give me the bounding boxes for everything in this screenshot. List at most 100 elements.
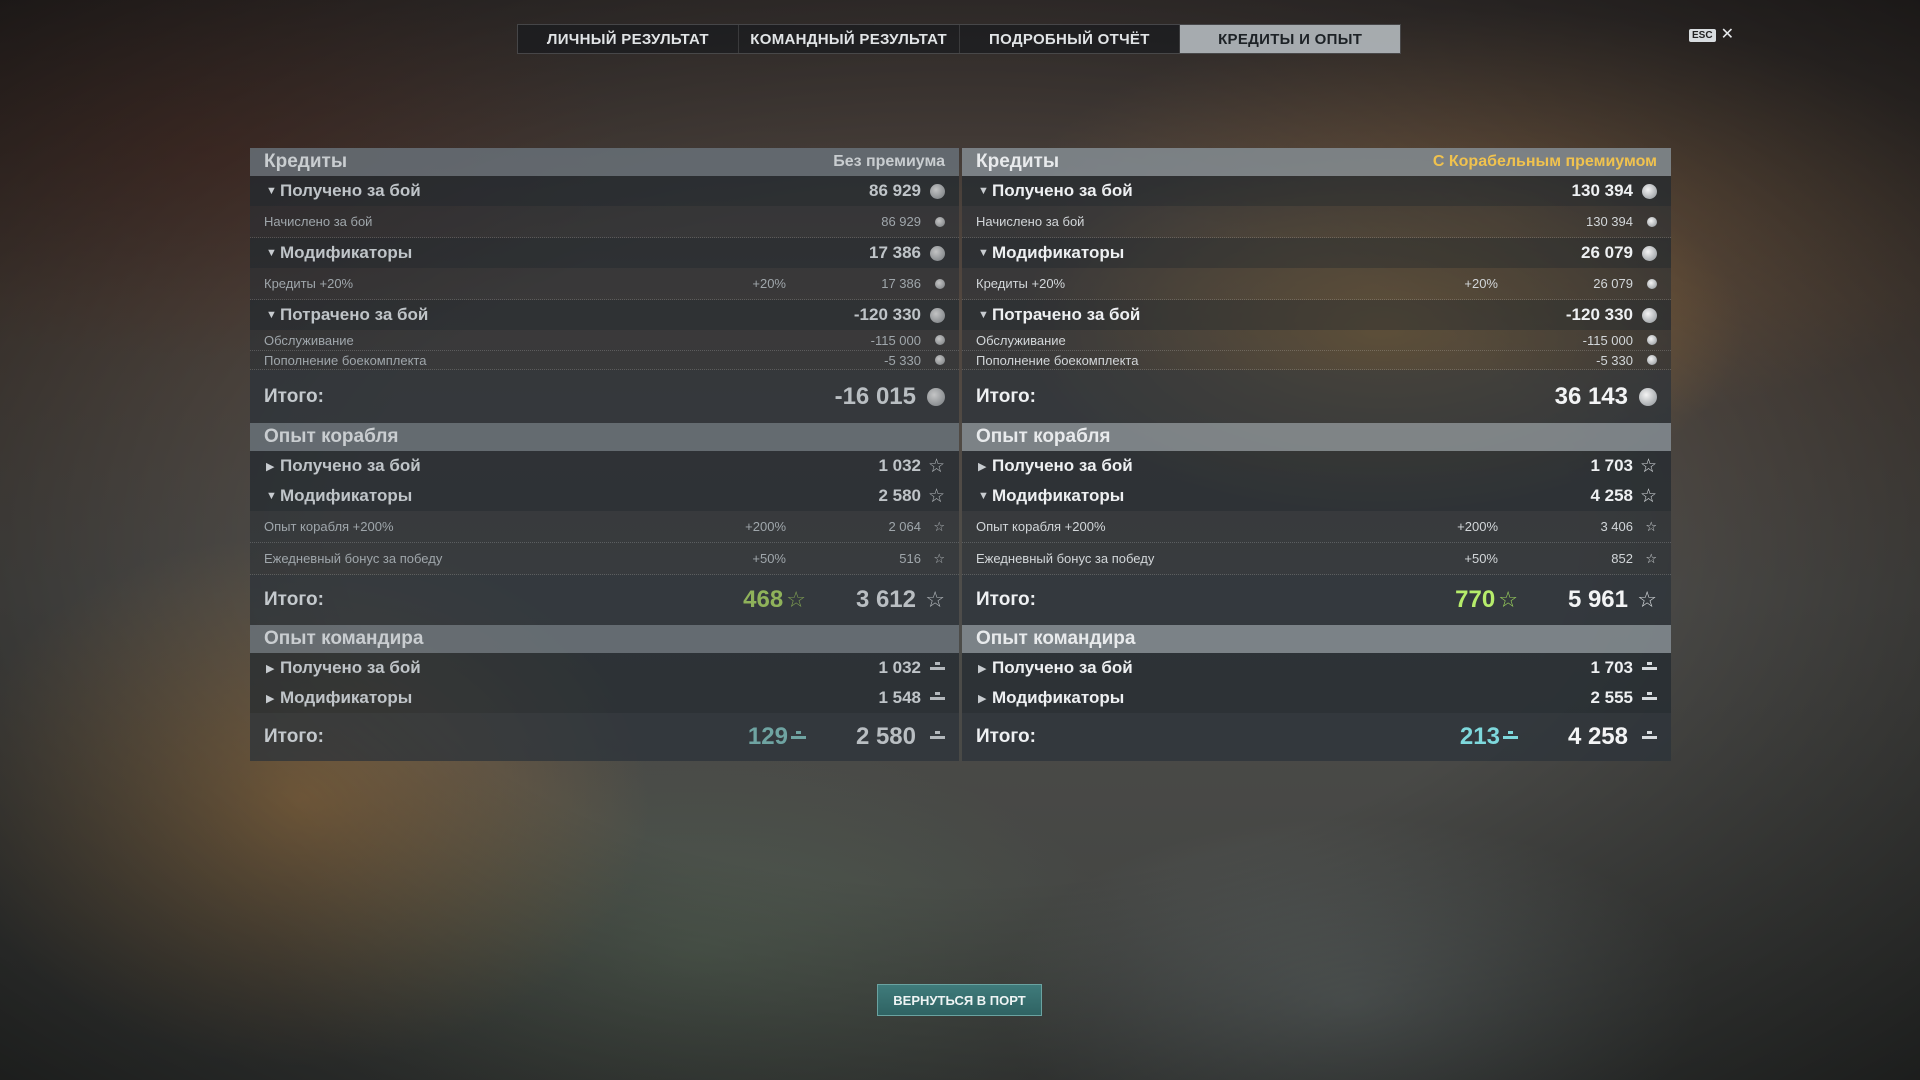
elite-commander-xp-amount: 213 xyxy=(1459,723,1500,750)
row-label: Начислено за бой xyxy=(264,214,373,229)
ship-xp-earned-row[interactable]: ▶ Получено за бой 1 703 ☆ xyxy=(962,451,1671,481)
free-xp-star-icon: ☆ xyxy=(786,587,806,612)
commander-xp-modifiers-row[interactable]: ▶ Модификаторы 2 555 xyxy=(962,683,1671,713)
row-value: 26 079 xyxy=(1581,243,1633,262)
row-value: -120 330 xyxy=(853,305,921,324)
row-value: 1 032 xyxy=(878,456,921,475)
tab-personal-result[interactable]: ЛИЧНЫЙ РЕЗУЛЬТАТ xyxy=(518,25,739,53)
row-label: Получено за бой xyxy=(992,456,1133,475)
ship-xp-header: Опыт корабля xyxy=(962,423,1671,451)
row-percent: +200% xyxy=(745,519,786,534)
credits-earned-row[interactable]: ▼ Получено за бой 86 929 xyxy=(250,176,959,206)
credits-coin-icon xyxy=(930,307,945,323)
row-value: -120 330 xyxy=(1565,305,1633,324)
commander-xp-icon xyxy=(1642,661,1657,675)
credits-coin-icon xyxy=(930,183,945,199)
row-value: 86 929 xyxy=(881,214,921,229)
credits-header: Кредиты С Корабельным премиумом xyxy=(962,148,1671,176)
credits-coin-icon xyxy=(1642,245,1657,261)
triangle-down-icon: ▼ xyxy=(978,185,989,197)
ship-xp-modifiers-row[interactable]: ▼ Модификаторы 4 258 ☆ xyxy=(962,481,1671,511)
credits-modifier-detail-row: Кредиты +20% +20% 17 386 xyxy=(250,268,959,300)
row-value: 130 394 xyxy=(1571,181,1633,200)
ship-xp-earned-row[interactable]: ▶ Получено за бой 1 032 ☆ xyxy=(250,451,959,481)
row-label: Пополнение боекомплекта xyxy=(976,352,1139,368)
triangle-down-icon: ▼ xyxy=(978,247,989,259)
commander-xp-header: Опыт командира xyxy=(250,625,959,653)
commander-xp-title: Опыт командира xyxy=(264,628,424,649)
credits-coin-icon xyxy=(1647,216,1657,227)
daily-win-bonus-row: Ежедневный бонус за победу +50% 852 ☆ xyxy=(962,543,1671,575)
total-label: Итого: xyxy=(976,385,1036,407)
ship-xp-modifiers-row[interactable]: ▼ Модификаторы 2 580 ☆ xyxy=(250,481,959,511)
ship-xp-header: Опыт корабля xyxy=(250,423,959,451)
panel-with-premium: Кредиты С Корабельным премиумом ▼ Получе… xyxy=(962,148,1671,761)
ship-xp-modifier-row: Опыт корабля +200% +200% 2 064 ☆ xyxy=(250,511,959,543)
triangle-down-icon: ▼ xyxy=(266,490,277,502)
triangle-right-icon: ▶ xyxy=(266,692,275,705)
credits-coin-icon xyxy=(935,335,945,345)
tab-bar: ЛИЧНЫЙ РЕЗУЛЬТАТ КОМАНДНЫЙ РЕЗУЛЬТАТ ПОД… xyxy=(517,24,1401,54)
tab-detailed-report[interactable]: ПОДРОБНЫЙ ОТЧЁТ xyxy=(960,25,1181,53)
triangle-right-icon: ▶ xyxy=(266,460,275,473)
tab-team-result[interactable]: КОМАНДНЫЙ РЕЗУЛЬТАТ xyxy=(739,25,960,53)
credits-spent-row[interactable]: ▼ Потрачено за бой -120 330 xyxy=(962,300,1671,330)
row-value: 17 386 xyxy=(881,276,921,291)
star-xp-icon: ☆ xyxy=(1639,455,1657,477)
total-value: 5 961 xyxy=(1567,586,1628,613)
row-label: Потрачено за бой xyxy=(992,305,1141,324)
tab-credits-and-xp[interactable]: КРЕДИТЫ И ОПЫТ xyxy=(1180,25,1400,53)
credits-modifier-detail-row: Кредиты +20% +20% 26 079 xyxy=(962,268,1671,300)
row-value: 3 406 xyxy=(1600,519,1633,534)
row-value: 1 548 xyxy=(878,688,921,707)
commander-xp-earned-row[interactable]: ▶ Получено за бой 1 032 xyxy=(250,653,959,683)
credits-coin-icon xyxy=(935,278,945,289)
commander-xp-icon xyxy=(1642,691,1657,705)
row-label: Модификаторы xyxy=(992,243,1125,262)
free-xp-star-icon: ☆ xyxy=(1498,587,1518,612)
star-xp-icon: ☆ xyxy=(925,587,945,612)
credits-modifiers-row[interactable]: ▼ Модификаторы 26 079 xyxy=(962,238,1671,268)
credits-coin-icon xyxy=(1647,355,1657,365)
credits-earned-detail-row: Начислено за бой 86 929 xyxy=(250,206,959,238)
commander-xp-icon xyxy=(930,730,945,744)
star-xp-icon: ☆ xyxy=(933,519,945,534)
free-xp-value: 468 ☆ xyxy=(743,586,806,614)
row-value: 2 580 xyxy=(878,486,921,505)
commander-xp-earned-row[interactable]: ▶ Получено за бой 1 703 xyxy=(962,653,1671,683)
elite-commander-xp-value: 129 xyxy=(748,723,806,751)
close-button[interactable]: ESC ✕ xyxy=(1689,27,1734,43)
daily-win-bonus-row: Ежедневный бонус за победу +50% 516 ☆ xyxy=(250,543,959,575)
row-label: Модификаторы xyxy=(992,486,1125,505)
credits-earned-row[interactable]: ▼ Получено за бой 130 394 xyxy=(962,176,1671,206)
row-value: 17 386 xyxy=(869,243,921,262)
total-value: -16 015 xyxy=(834,382,916,410)
ammo-cost-row: Пополнение боекомплекта -5 330 xyxy=(962,351,1671,370)
row-value: 852 xyxy=(1611,551,1633,566)
close-icon: ✕ xyxy=(1720,26,1734,43)
total-label: Итого: xyxy=(264,726,324,747)
credits-earned-detail-row: Начислено за бой 130 394 xyxy=(962,206,1671,238)
row-label: Пополнение боекомплекта xyxy=(264,352,427,368)
star-xp-icon: ☆ xyxy=(1645,551,1657,566)
panel-without-premium: Кредиты Без премиума ▼ Получено за бой 8… xyxy=(250,148,959,761)
row-value: 516 xyxy=(899,551,921,566)
return-to-port-button[interactable]: ВЕРНУТЬСЯ В ПОРТ xyxy=(877,984,1042,1016)
credits-coin-icon xyxy=(1642,183,1657,199)
credits-modifiers-row[interactable]: ▼ Модификаторы 17 386 xyxy=(250,238,959,268)
commander-xp-icon xyxy=(1642,730,1657,744)
ship-xp-total-row: Итого: 468 ☆ 3 612 ☆ xyxy=(250,575,959,625)
row-value: 2 064 xyxy=(888,519,921,534)
commander-xp-modifiers-row[interactable]: ▶ Модификаторы 1 548 xyxy=(250,683,959,713)
elite-commander-xp-value: 213 xyxy=(1460,723,1518,751)
total-value: 4 258 xyxy=(1567,723,1628,750)
row-value: 130 394 xyxy=(1586,214,1633,229)
row-label: Получено за бой xyxy=(280,456,421,475)
free-xp-amount: 770 xyxy=(1455,586,1496,613)
row-label: Получено за бой xyxy=(992,658,1133,677)
row-label: Получено за бой xyxy=(280,181,421,200)
row-value: 1 032 xyxy=(878,658,921,677)
ship-xp-title: Опыт корабля xyxy=(976,426,1111,447)
row-label: Потрачено за бой xyxy=(280,305,429,324)
credits-spent-row[interactable]: ▼ Потрачено за бой -120 330 xyxy=(250,300,959,330)
